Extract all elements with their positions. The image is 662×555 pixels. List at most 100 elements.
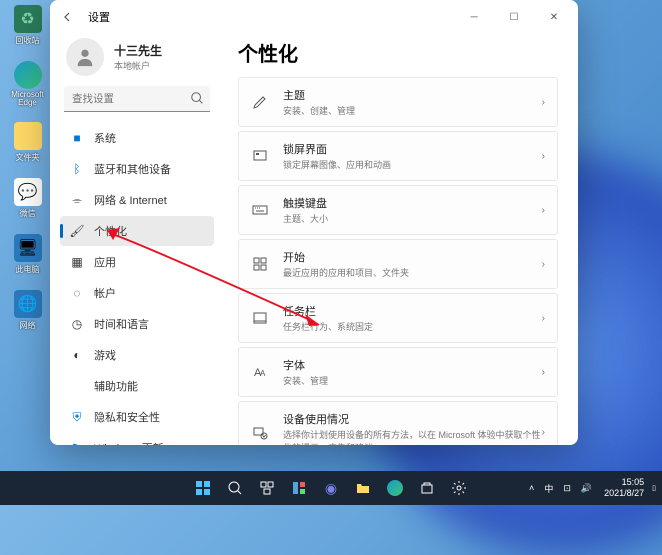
chat-button[interactable]: ◉ [316, 473, 346, 503]
option-device-usage[interactable]: 设备使用情况选择你计划使用设备的所有方法，以在 Microsoft 体验中获取个… [238, 401, 558, 445]
sidebar-item-network[interactable]: ⌯ 网络 & Internet [60, 185, 214, 215]
taskbar-center: ◉ [188, 473, 474, 503]
user-name: 十三先生 [114, 42, 162, 59]
chevron-right-icon: › [542, 97, 545, 108]
sidebar-item-apps[interactable]: ▦应用 [60, 247, 214, 277]
taskbar-icon [251, 309, 269, 327]
task-view-button[interactable] [252, 473, 282, 503]
edge-button[interactable] [380, 473, 410, 503]
chevron-right-icon: › [542, 259, 545, 270]
option-subtitle: 主题、大小 [283, 212, 542, 225]
desktop-icon-label: 此电脑 [16, 264, 40, 275]
option-title: 主题 [283, 87, 542, 103]
desktop-icon-edge[interactable]: Microsoft Edge [5, 61, 50, 107]
option-start[interactable]: 开始最近应用的应用和项目、文件夹 › [238, 239, 558, 289]
search-icon [190, 91, 204, 105]
clock[interactable]: 15:05 2021/8/27 [604, 477, 644, 499]
edge-icon [14, 61, 42, 89]
sidebar-item-windows-update[interactable]: ↻ Windows 更新 [60, 433, 214, 445]
file-explorer-button[interactable] [348, 473, 378, 503]
sidebar-item-bluetooth[interactable]: ᛒ蓝牙和其他设备 [60, 154, 214, 184]
search-input[interactable] [64, 86, 210, 112]
notifications-button[interactable]: ▯ [650, 482, 658, 494]
minimize-button[interactable]: ─ [454, 2, 494, 32]
chevron-right-icon: › [542, 151, 545, 162]
option-title: 任务栏 [283, 303, 542, 319]
network-tray-icon[interactable]: ⊡ [561, 481, 573, 496]
account-icon: ◌ [70, 286, 84, 300]
settings-button[interactable] [444, 473, 474, 503]
update-icon: ↻ [70, 441, 84, 445]
sidebar-item-label: 网络 & Internet [94, 192, 167, 208]
desktop-icon-recycle-bin[interactable]: ♻ 回收站 [5, 5, 50, 46]
sidebar-item-gaming[interactable]: ◐游戏 [60, 340, 214, 370]
settings-window: 设置 ─ ☐ ✕ 十三先生 本地帐户 ■系统 [50, 0, 578, 445]
sidebar-item-label: Windows 更新 [94, 440, 164, 445]
start-icon [251, 255, 269, 273]
nav-list: ■系统 ᛒ蓝牙和其他设备 ⌯ 网络 & Internet 🖌个性化 ▦应用 ◌帐户… [58, 122, 216, 445]
avatar [66, 38, 104, 76]
sidebar-item-label: 辅助功能 [94, 378, 138, 394]
option-title: 锁屏界面 [283, 141, 542, 157]
widgets-button[interactable] [284, 473, 314, 503]
sidebar-item-accessibility[interactable]: ὞ 辅助功能 [60, 371, 214, 401]
taskbar: ◉ ˄ 中 ⊡ 🔊 15:05 2021/8/27 ▯ [0, 471, 662, 505]
desktop-icon-wechat[interactable]: 💬 微信 [5, 178, 50, 219]
option-subtitle: 任务栏行为、系统固定 [283, 320, 542, 333]
wifi-icon: ⌯ [70, 193, 84, 207]
desktop-icon-label: 文件夹 [16, 152, 40, 163]
system-tray: ˄ 中 ⊡ 🔊 15:05 2021/8/27 ▯ [527, 477, 658, 499]
clock-date: 2021/8/27 [604, 488, 644, 499]
sidebar-item-label: 时间和语言 [94, 316, 149, 332]
shield-icon: ⛨ [70, 410, 84, 424]
desktop-icon-label: 网络 [20, 320, 36, 331]
sidebar-item-privacy[interactable]: ⛨隐私和安全性 [60, 402, 214, 432]
option-themes[interactable]: 主题安装、创建、管理 › [238, 77, 558, 127]
sidebar: 十三先生 本地帐户 ■系统 ᛒ蓝牙和其他设备 ⌯ 网络 & Internet 🖌个… [50, 34, 220, 445]
option-subtitle: 最近应用的应用和项目、文件夹 [283, 266, 542, 279]
maximize-button[interactable]: ☐ [494, 2, 534, 32]
desktop-icon-label: 回收站 [16, 35, 40, 46]
option-taskbar[interactable]: 任务栏任务栏行为、系统固定 › [238, 293, 558, 343]
ime-indicator[interactable]: 中 [542, 480, 555, 497]
option-fonts[interactable]: AA 字体安装、管理 › [238, 347, 558, 397]
user-icon [74, 46, 96, 68]
device-usage-icon [251, 424, 269, 442]
this-pc-icon: 🖥 [14, 234, 42, 262]
sidebar-item-time-language[interactable]: ◷ 时间和语言 [60, 309, 214, 339]
option-touch-keyboard[interactable]: 触摸键盘主题、大小 › [238, 185, 558, 235]
sidebar-item-label: 蓝牙和其他设备 [94, 161, 171, 177]
user-subtitle: 本地帐户 [114, 59, 162, 72]
close-button[interactable]: ✕ [534, 2, 574, 32]
sidebar-item-system[interactable]: ■系统 [60, 123, 214, 153]
start-button[interactable] [188, 473, 218, 503]
page-title: 个性化 [238, 38, 558, 67]
sidebar-item-label: 游戏 [94, 347, 116, 363]
sidebar-item-accounts[interactable]: ◌帐户 [60, 278, 214, 308]
desktop-icon-network[interactable]: 🌐 网络 [5, 290, 50, 331]
option-lock-screen[interactable]: 锁屏界面锁定屏幕图像、应用和动画 › [238, 131, 558, 181]
network-icon: 🌐 [14, 290, 42, 318]
volume-tray-icon[interactable]: 🔊 [579, 481, 594, 496]
option-title: 触摸键盘 [283, 195, 542, 211]
lock-screen-icon [251, 147, 269, 165]
option-title: 开始 [283, 249, 542, 265]
sidebar-item-label: 应用 [94, 254, 116, 270]
back-button[interactable] [54, 3, 82, 31]
user-block[interactable]: 十三先生 本地帐户 [58, 34, 216, 86]
sidebar-item-personalization[interactable]: 🖌个性化 [60, 216, 214, 246]
back-arrow-icon [62, 11, 74, 23]
tray-chevron-up-icon[interactable]: ˄ [527, 481, 536, 495]
svg-text:A: A [260, 369, 266, 378]
wechat-icon: 💬 [14, 178, 42, 206]
desktop-icon-this-pc[interactable]: 🖥 此电脑 [5, 234, 50, 275]
pen-icon [251, 93, 269, 111]
store-button[interactable] [412, 473, 442, 503]
accessibility-icon: ὞ [70, 379, 84, 393]
sidebar-item-label: 系统 [94, 130, 116, 146]
desktop-icon-label: 微信 [20, 208, 36, 219]
desktop-icon-folder[interactable]: 文件夹 [5, 122, 50, 163]
taskbar-search-button[interactable] [220, 473, 250, 503]
option-subtitle: 选择你计划使用设备的所有方法，以在 Microsoft 体验中获取个性化的提示、… [283, 428, 542, 445]
clock-icon: ◷ [70, 317, 84, 331]
